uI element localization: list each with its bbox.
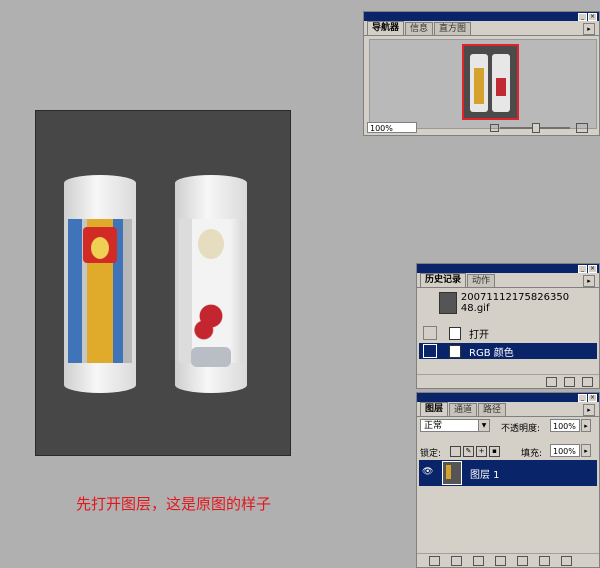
tab-paths[interactable]: 路径 <box>478 403 507 416</box>
snapshot-thumbnail <box>439 292 457 314</box>
history-panel: _ × 历史记录 动作 ▸ 20071112175826350​48.gif 打… <box>416 263 600 389</box>
layer-name: 图层 1 <box>470 469 500 481</box>
zoom-in-icon[interactable] <box>576 123 588 133</box>
layers-tabs: 图层 通道 路径 <box>417 402 599 417</box>
tab-layers[interactable]: 图层 <box>420 402 449 416</box>
lock-brush-icon[interactable]: ✎ <box>463 446 474 457</box>
opacity-label: 不透明度: <box>501 424 541 434</box>
chevron-down-icon[interactable]: ▼ <box>478 420 489 431</box>
tab-history[interactable]: 历史记录 <box>420 273 467 287</box>
lock-label: 锁定: <box>420 449 442 459</box>
lock-transparency-icon[interactable] <box>450 446 461 457</box>
minimize-icon[interactable]: _ <box>578 265 587 273</box>
navigator-preview <box>369 39 597 129</box>
close-icon[interactable]: × <box>588 13 597 21</box>
layer-style-icon[interactable] <box>451 555 462 566</box>
camera-icon[interactable] <box>564 376 575 387</box>
layer-thumbnail <box>442 461 462 485</box>
tab-channels[interactable]: 通道 <box>449 403 478 416</box>
history-brush-source[interactable] <box>423 344 437 358</box>
panel-titlebar[interactable]: _ × <box>417 264 599 273</box>
eye-icon[interactable]: 👁 <box>422 467 436 479</box>
snapshot-label: 20071112175826350​48.gif <box>460 292 570 314</box>
tab-histogram[interactable]: 直方图 <box>434 22 472 35</box>
close-icon[interactable]: × <box>588 394 597 402</box>
navigator-panel: _ × 导航器 信息 直方图 ▸ 100% <box>363 11 600 136</box>
zoom-slider-handle[interactable] <box>532 123 540 133</box>
glass-right-image <box>175 175 247 393</box>
fill-input[interactable]: 100% <box>550 444 580 457</box>
lock-move-icon[interactable]: + <box>476 446 487 457</box>
panel-titlebar[interactable]: _ × <box>364 12 599 21</box>
trash-icon[interactable] <box>582 376 593 387</box>
tab-info[interactable]: 信息 <box>405 22 434 35</box>
layer-row[interactable]: 👁 图层 1 <box>419 460 597 486</box>
adjustment-layer-icon[interactable] <box>495 555 506 566</box>
tab-navigator[interactable]: 导航器 <box>367 21 405 35</box>
close-icon[interactable]: × <box>588 265 597 273</box>
document-icon <box>449 344 461 358</box>
history-step-label: 打开 <box>469 329 489 341</box>
history-step-open[interactable]: 打开 <box>419 325 597 341</box>
blend-mode-value: 正常 <box>424 421 443 431</box>
history-step-label: RGB 颜色 <box>469 347 514 359</box>
blend-mode-select[interactable]: 正常 ▼ <box>420 419 490 432</box>
opacity-arrow-icon[interactable]: ▸ <box>581 419 591 432</box>
new-group-icon[interactable] <box>517 555 528 566</box>
link-icon[interactable] <box>429 555 440 566</box>
glass-left-image <box>64 175 136 393</box>
history-footer <box>417 374 599 388</box>
history-tabs: 历史记录 动作 <box>417 273 599 288</box>
trash-icon[interactable] <box>561 555 572 566</box>
mask-icon[interactable] <box>473 555 484 566</box>
fill-arrow-icon[interactable]: ▸ <box>581 444 591 457</box>
navigator-tabs: 导航器 信息 直方图 <box>364 21 599 36</box>
minimize-icon[interactable]: _ <box>578 394 587 402</box>
new-layer-icon[interactable] <box>539 555 550 566</box>
document-icon <box>449 326 461 340</box>
panel-menu-icon[interactable]: ▸ <box>583 23 595 35</box>
panel-titlebar[interactable]: _ × <box>417 393 599 402</box>
view-box[interactable] <box>462 44 519 120</box>
new-document-icon[interactable] <box>546 376 557 387</box>
panel-menu-icon[interactable]: ▸ <box>583 404 595 416</box>
lock-all-icon[interactable]: ▪ <box>489 446 500 457</box>
minimize-icon[interactable]: _ <box>578 13 587 21</box>
layers-panel: _ × 图层 通道 路径 ▸ 正常 ▼ 不透明度: 100% ▸ 锁定: ✎ +… <box>416 392 600 568</box>
opacity-input[interactable]: 100% <box>550 419 580 432</box>
history-brush-source[interactable] <box>423 326 437 340</box>
zoom-slider[interactable] <box>500 123 570 133</box>
fill-label: 填充: <box>521 449 543 459</box>
zoom-out-icon[interactable] <box>490 124 499 132</box>
document-canvas[interactable] <box>35 110 291 456</box>
history-snapshot[interactable]: 20071112175826350​48.gif <box>419 291 597 315</box>
history-step-rgb[interactable]: RGB 颜色 <box>419 343 597 359</box>
tab-actions[interactable]: 动作 <box>467 274 496 287</box>
tutorial-caption: 先打开图层，这是原图的样子 <box>76 495 272 513</box>
layers-footer <box>417 553 599 567</box>
zoom-input[interactable]: 100% <box>367 122 417 133</box>
panel-menu-icon[interactable]: ▸ <box>583 275 595 287</box>
